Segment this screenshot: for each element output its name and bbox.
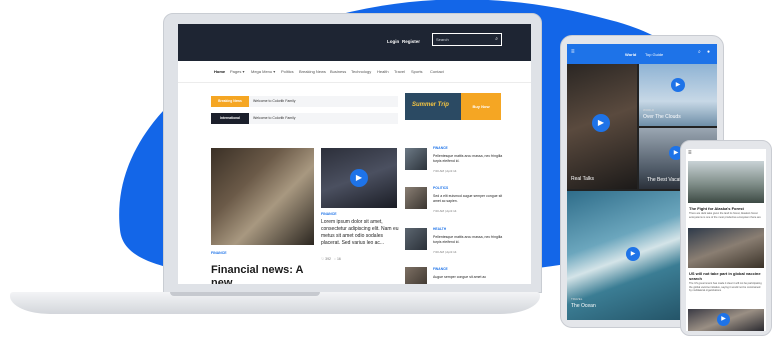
comment-count: 16	[336, 257, 341, 261]
user-icon[interactable]: ●	[707, 49, 710, 55]
like-icon[interactable]: ♡	[321, 257, 324, 261]
tab-top-guide[interactable]: Top Guide	[645, 52, 663, 57]
story-image-video[interactable]: ▶	[688, 309, 764, 331]
nav-contact[interactable]: Contact	[430, 69, 444, 74]
tab-world[interactable]: World	[625, 52, 636, 57]
nav-politics[interactable]: Politics	[281, 69, 294, 74]
play-icon[interactable]: ▶	[626, 247, 640, 261]
laptop-screen: Login Register Search ⌕ Home Pages ▾ Meg…	[178, 24, 531, 284]
hero-image[interactable]	[211, 148, 314, 245]
sidebar-date: 7:00 AM | April 14	[433, 250, 457, 254]
sidebar-category[interactable]: HEALTH	[433, 227, 446, 231]
login-link[interactable]: Login	[387, 39, 399, 44]
comment-icon[interactable]: ◌	[334, 257, 336, 261]
ticker-tag: Breaking News	[211, 96, 249, 107]
nav-business[interactable]: Business	[330, 69, 346, 74]
play-icon[interactable]: ▶	[350, 169, 368, 187]
story-excerpt: The US government has made it clear it w…	[689, 282, 762, 292]
card-title: The Ocean	[571, 303, 596, 309]
ticker-international: International Welcome to Colorlib Family	[211, 113, 398, 124]
search-icon[interactable]: ⌕	[698, 49, 701, 55]
nav-sports[interactable]: Sports	[411, 69, 423, 74]
story-title[interactable]: The Fight for Alaska's Forest	[689, 206, 763, 211]
hero-title[interactable]: Financial news: A new	[211, 264, 321, 284]
nav-mega-menu[interactable]: Mega Menu ▾	[251, 69, 275, 74]
search-placeholder: Search	[436, 37, 449, 42]
tablet-header: ≡ World Top Guide ⌕ ●	[567, 44, 717, 64]
sidebar-thumb[interactable]	[405, 267, 427, 284]
video-excerpt[interactable]: Lorem ipsum dolor sit amet, consectetur …	[321, 219, 401, 247]
menu-icon[interactable]: ≡	[688, 150, 692, 156]
nav-pages[interactable]: Pages ▾	[230, 69, 244, 74]
video-category[interactable]: FINANCE	[321, 212, 337, 216]
ticker-tag: International	[211, 113, 249, 124]
tablet-card-clouds[interactable]: ▶ WORLD Over The Clouds	[639, 64, 717, 126]
card-title: Over The Clouds	[643, 114, 681, 120]
sidebar-title[interactable]: Augue semper congue sit amet ac	[433, 275, 503, 280]
stage: Login Register Search ⌕ Home Pages ▾ Meg…	[0, 0, 776, 339]
play-icon[interactable]: ▶	[671, 78, 685, 92]
summer-trip-banner[interactable]: Summer Trip Buy Now	[405, 93, 501, 120]
like-count: 392	[325, 257, 331, 261]
site-topbar: Login Register Search ⌕	[178, 24, 531, 61]
ticker-text[interactable]: Welcome to Colorlib Family	[253, 113, 296, 124]
post-meta: ♡ 392 ◌ 16	[321, 257, 341, 261]
card-kicker: TRAVEL	[571, 297, 583, 301]
story-title[interactable]: US will not take part in global vaccine …	[689, 271, 763, 281]
story-image-forest[interactable]	[688, 161, 764, 203]
laptop-lip	[170, 292, 320, 296]
sidebar-thumb[interactable]	[405, 148, 427, 170]
play-icon[interactable]: ▶	[592, 114, 610, 132]
story-excerpt: There are dark tales given the land its …	[689, 212, 761, 219]
sidebar-thumb[interactable]	[405, 228, 427, 250]
sidebar-date: 7:00 AM | April 14	[433, 169, 457, 173]
card-kicker: WORLD	[643, 108, 655, 112]
tablet-card-real-talks[interactable]: ▶ Real Talks	[567, 64, 637, 189]
sidebar-category[interactable]: FINANCE	[433, 267, 448, 271]
nav-breaking-news[interactable]: Breaking News	[299, 69, 326, 74]
menu-icon[interactable]: ≡	[571, 49, 575, 55]
banner-title: Summer Trip	[412, 102, 449, 108]
sidebar-title[interactable]: Sed a elit euismod augue semper congue s…	[433, 194, 503, 204]
phone-screen: ≡ The Fight for Alaska's Forest There ar…	[686, 149, 766, 331]
play-icon[interactable]: ▶	[717, 313, 730, 326]
sidebar-thumb[interactable]	[405, 187, 427, 209]
sidebar-title[interactable]: Pellentesque mattis arcu massa, nec frin…	[433, 154, 503, 164]
sidebar-category[interactable]: POLITICS	[433, 186, 448, 190]
sidebar-category[interactable]: FINANCE	[433, 146, 448, 150]
search-icon[interactable]: ⌕	[495, 36, 498, 42]
ticker-text[interactable]: Welcome to Colorlib Family	[253, 96, 296, 107]
nav-technology[interactable]: Technology	[351, 69, 371, 74]
card-title: Real Talks	[571, 176, 594, 182]
hero-category[interactable]: FINANCE	[211, 251, 227, 255]
video-thumbnail[interactable]: ▶	[321, 148, 397, 208]
nav-home[interactable]: Home	[214, 69, 225, 74]
sidebar-date: 7:00 AM | April 14	[433, 209, 457, 213]
story-image-vaccine[interactable]	[688, 228, 764, 268]
search-input[interactable]: Search ⌕	[432, 33, 502, 46]
register-link[interactable]: Register	[402, 39, 420, 44]
nav-health[interactable]: Health	[377, 69, 389, 74]
sidebar-title[interactable]: Pellentesque mattis arcu massa, nec frin…	[433, 235, 503, 245]
ticker-breaking: Breaking News Welcome to Colorlib Family	[211, 96, 398, 107]
main-nav: Home Pages ▾ Mega Menu ▾ Politics Breaki…	[178, 61, 531, 83]
nav-travel[interactable]: Travel	[394, 69, 405, 74]
buy-now-button[interactable]: Buy Now	[461, 93, 501, 120]
